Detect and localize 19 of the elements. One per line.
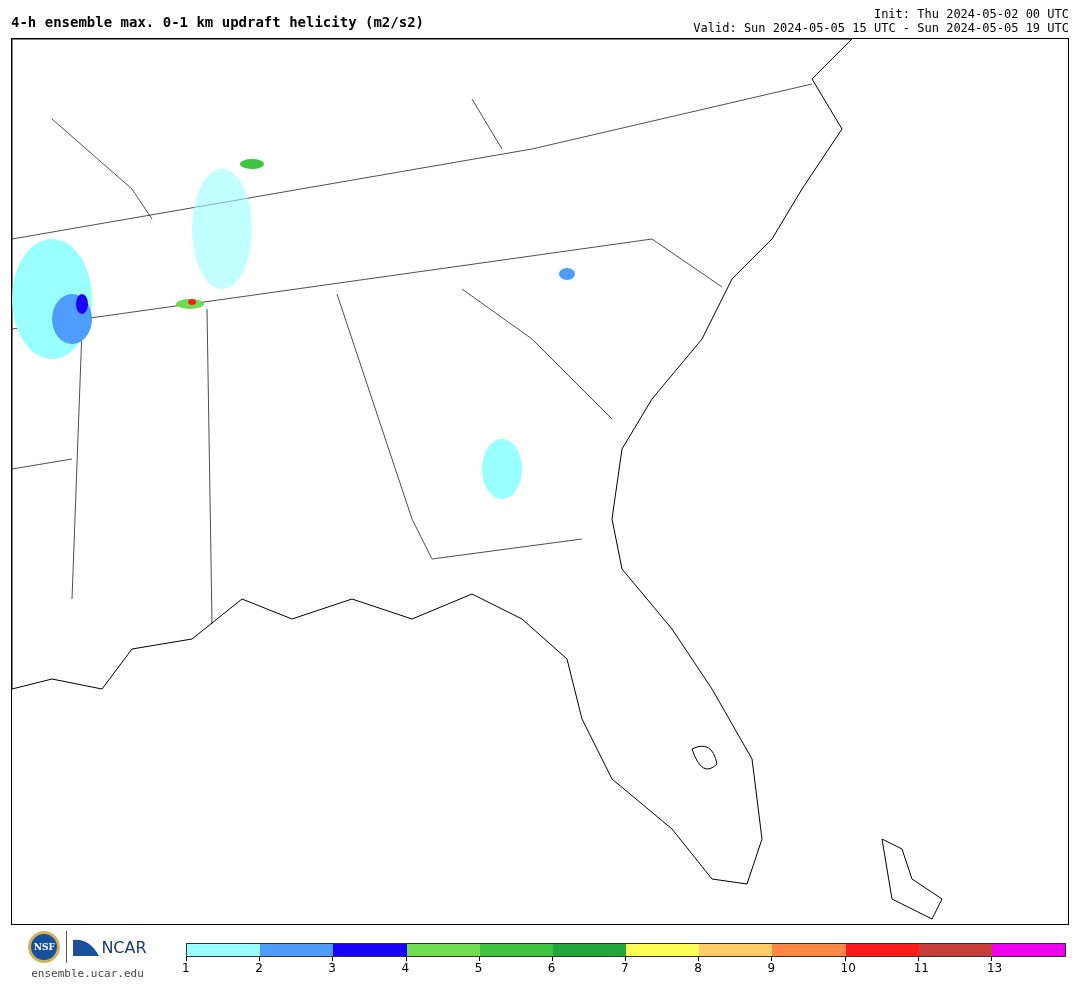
map-title: 4-h ensemble max. 0-1 km updraft helicity (m2/s2) bbox=[11, 14, 424, 30]
scale-label: 9 bbox=[767, 961, 775, 975]
scale-label: 6 bbox=[547, 961, 556, 975]
scale-label: 7 bbox=[621, 961, 629, 975]
scale-label: 13 bbox=[986, 961, 1003, 975]
scale-label: 10 bbox=[840, 961, 856, 975]
scale-label: 1 bbox=[182, 961, 190, 975]
scale-label: 3 bbox=[328, 961, 336, 975]
valid-time: Valid: Sun 2024-05-05 15 UTC - Sun 2024-05-05 19 UTC bbox=[693, 21, 1069, 35]
swoosh-icon bbox=[73, 938, 100, 956]
scale-label: 5 bbox=[474, 961, 483, 975]
nsf-logo: NSF bbox=[28, 931, 61, 963]
scale-label: 11 bbox=[913, 961, 929, 975]
ncar-logo: NCAR bbox=[101, 937, 147, 957]
scale-label: 4 bbox=[401, 961, 410, 975]
scale-label: 8 bbox=[694, 961, 702, 975]
scale-label: 2 bbox=[255, 961, 263, 975]
site-url: ensemble.ucar.edu bbox=[31, 967, 144, 980]
init-time: Init: Thu 2024-05-02 00 UTC bbox=[873, 7, 1069, 21]
